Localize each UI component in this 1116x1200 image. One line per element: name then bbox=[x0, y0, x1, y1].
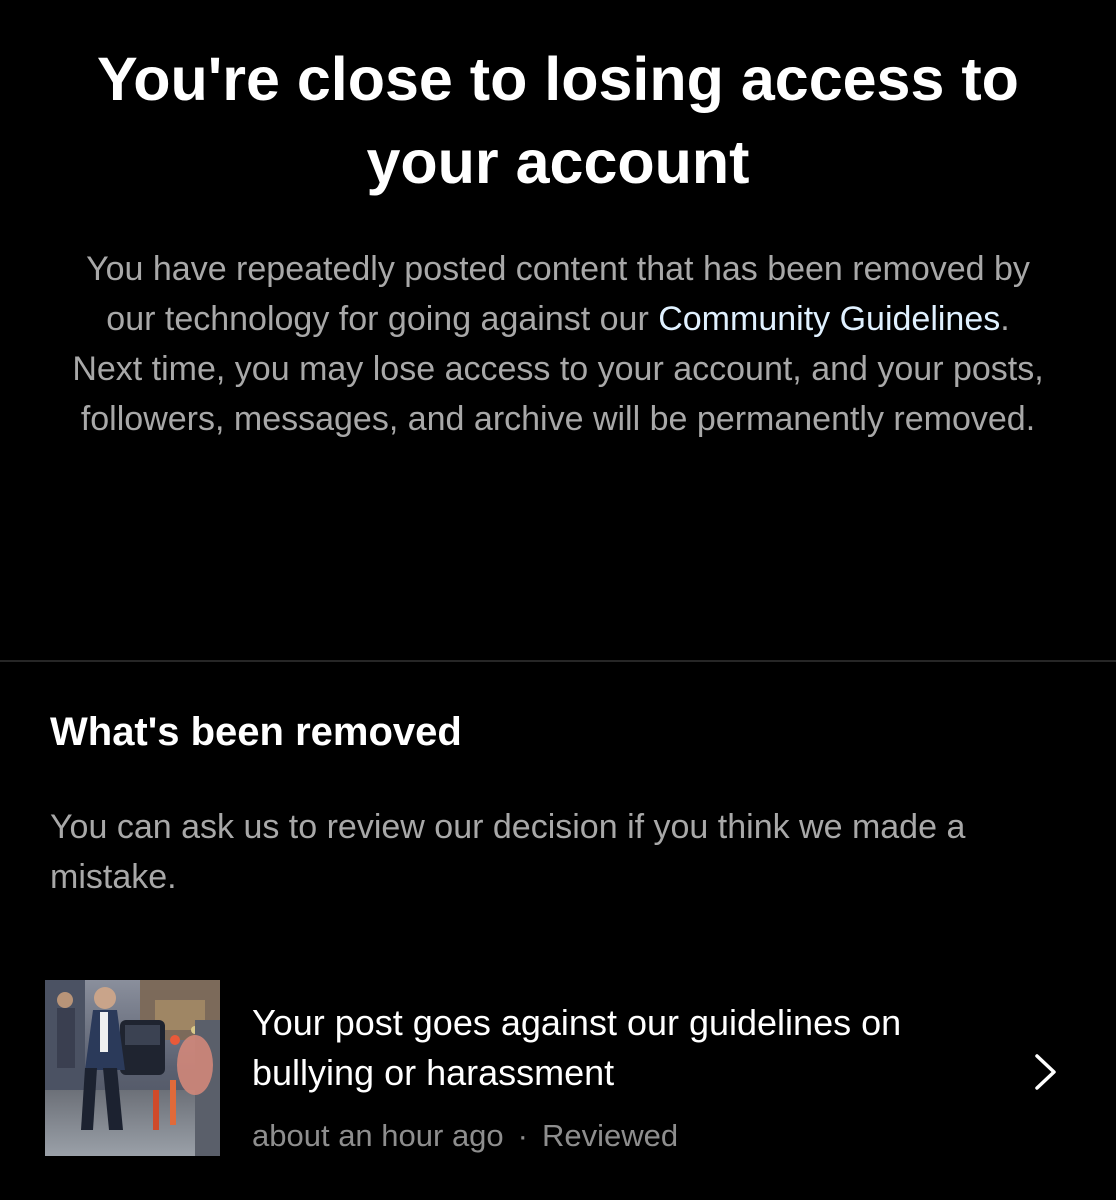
warning-description: You have repeatedly posted content that … bbox=[70, 244, 1046, 444]
removed-post-time: about an hour ago bbox=[252, 1118, 504, 1153]
removed-post-meta: about an hour ago · Reviewed bbox=[252, 1116, 1012, 1156]
chevron-right-icon[interactable] bbox=[1030, 1052, 1060, 1092]
post-thumbnail-image bbox=[45, 980, 220, 1156]
community-guidelines-link[interactable]: Community Guidelines bbox=[658, 300, 1000, 338]
section-divider bbox=[0, 660, 1116, 662]
removed-section-title: What's been removed bbox=[50, 710, 462, 754]
removed-section-subtitle: You can ask us to review our decision if… bbox=[50, 808, 966, 896]
removed-post-item[interactable]: Your post goes against our guidelines on… bbox=[0, 980, 1116, 1160]
meta-separator: · bbox=[517, 1118, 528, 1153]
post-thumbnail bbox=[45, 980, 220, 1156]
removed-post-text: Your post goes against our guidelines on… bbox=[252, 998, 1012, 1156]
page-title: You're close to losing access to your ac… bbox=[97, 45, 1019, 196]
removed-post-status: Reviewed bbox=[542, 1118, 679, 1153]
warning-header: You're close to losing access to your ac… bbox=[0, 0, 1116, 660]
removed-post-title: Your post goes against our guidelines on… bbox=[252, 1002, 902, 1093]
